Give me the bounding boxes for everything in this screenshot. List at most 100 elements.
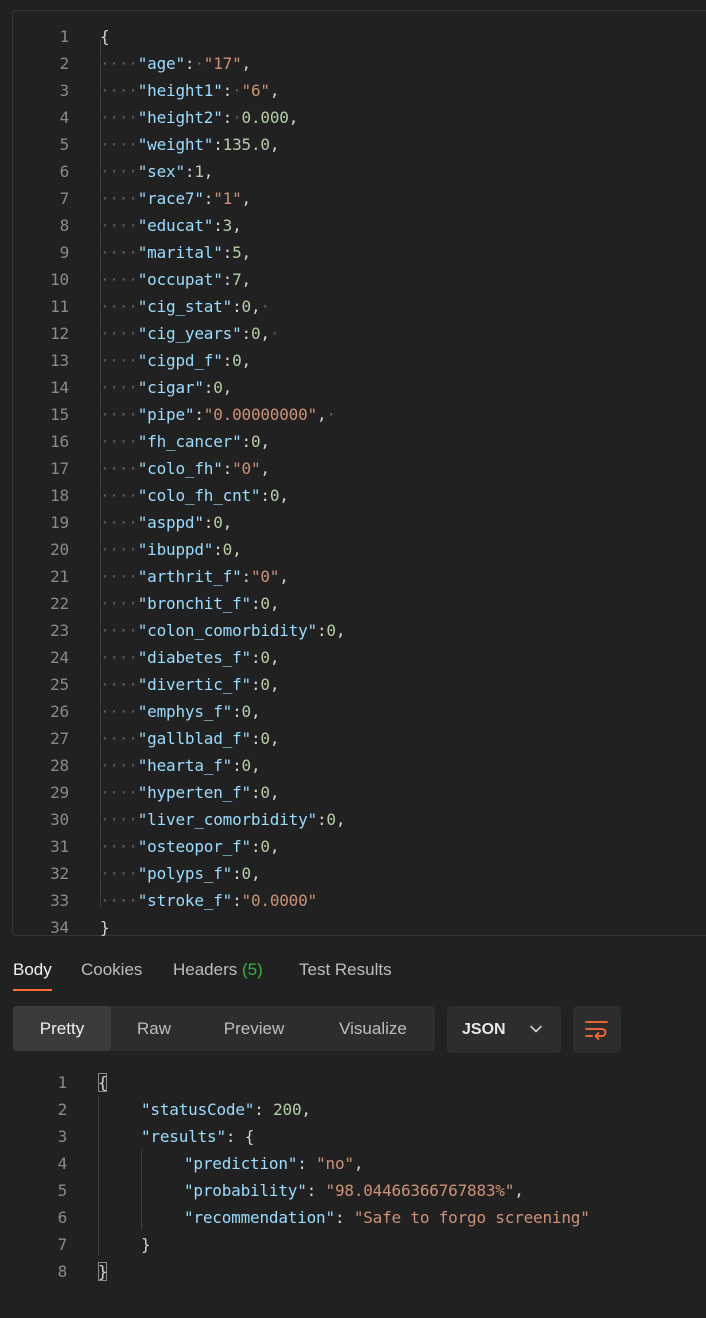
code-token: ·: [232, 81, 242, 100]
code-token: ,: [250, 702, 261, 721]
whitespace-marker: ····: [100, 486, 138, 505]
line-number: 27: [50, 729, 69, 748]
line-number: 8: [57, 1262, 68, 1281]
tab-cookies[interactable]: Cookies: [81, 955, 142, 993]
code-token: 0: [222, 540, 233, 559]
whitespace-marker: ····: [100, 216, 138, 235]
code-line-content: ····"height2":·0.000,: [100, 104, 298, 131]
code-token: ,: [269, 81, 280, 100]
code-token: ,: [260, 324, 270, 343]
view-raw-button[interactable]: Raw: [111, 1006, 197, 1051]
format-select[interactable]: JSON: [447, 1006, 561, 1053]
code-token: :: [184, 54, 195, 73]
view-pretty-button[interactable]: Pretty: [13, 1006, 111, 1051]
code-token: 0: [250, 324, 261, 343]
code-token: :: [222, 108, 233, 127]
code-token: 0: [260, 783, 270, 802]
code-token: ,: [269, 783, 280, 802]
code-line-content: ····"cigpd_f":0,: [100, 347, 251, 374]
line-number: 8: [59, 216, 70, 235]
wrap-lines-icon: [585, 1021, 608, 1040]
code-token: ,: [250, 297, 261, 316]
code-token: :: [250, 648, 261, 667]
code-token: 0: [260, 594, 270, 613]
code-token: ,: [222, 513, 233, 532]
code-token: "weight": [137, 135, 214, 154]
code-token: :: [334, 1208, 354, 1227]
code-token: {: [98, 1073, 108, 1092]
code-token: :: [222, 81, 233, 100]
line-number: 7: [57, 1235, 68, 1254]
whitespace-marker: ····: [100, 81, 138, 100]
code-token: ,: [269, 675, 280, 694]
line-number: 32: [50, 864, 69, 883]
code-token: 0.000: [241, 108, 289, 127]
code-token: :: [222, 351, 233, 370]
code-token: 0: [213, 513, 223, 532]
code-token: "6": [241, 81, 271, 100]
code-token: ·: [232, 108, 242, 127]
code-token: :: [203, 513, 214, 532]
code-token: :: [194, 405, 204, 424]
tab-headers[interactable]: Headers (5): [173, 955, 263, 993]
code-token: "emphys_f": [137, 702, 233, 721]
code-token: "cig_stat": [137, 297, 233, 316]
code-token: 0: [260, 648, 270, 667]
whitespace-marker: ····: [100, 135, 138, 154]
code-line-content: ····"asppd":0,: [100, 509, 232, 536]
code-token: "divertic_f": [137, 675, 251, 694]
code-line-content: ····"cigar":0,: [100, 374, 232, 401]
code-token: ,: [279, 486, 289, 505]
line-number: 5: [57, 1181, 68, 1200]
whitespace-marker: ····: [100, 864, 138, 883]
code-token: :: [250, 729, 261, 748]
code-line-content: ····"height1":·"6",: [100, 77, 279, 104]
code-token: "educat": [137, 216, 214, 235]
tab-body[interactable]: Body: [13, 955, 52, 993]
chevron-down-icon: [530, 1025, 542, 1033]
code-line-content: {: [98, 1069, 108, 1096]
code-line-content: }: [141, 1231, 151, 1258]
wrap-lines-button[interactable]: [573, 1006, 621, 1053]
code-token: 0: [269, 486, 280, 505]
line-number: 3: [59, 81, 70, 100]
code-token: :: [222, 270, 233, 289]
code-token: "race7": [137, 189, 204, 208]
code-token: :: [232, 891, 242, 910]
code-token: }: [100, 918, 110, 937]
code-token: :: [250, 837, 261, 856]
code-line-content: {: [100, 23, 110, 50]
view-preview-button[interactable]: Preview: [197, 1006, 311, 1051]
code-token: ·: [269, 324, 280, 343]
line-number: 28: [50, 756, 69, 775]
code-token: 1: [194, 162, 204, 181]
tab-test-results[interactable]: Test Results: [299, 955, 392, 993]
code-token: 0: [241, 297, 252, 316]
view-mode-toggle: Pretty Raw Preview Visualize: [13, 1006, 435, 1051]
code-token: "colo_fh": [137, 459, 223, 478]
request-body-editor[interactable]: 1{2 ····"age":·"17", 3 ····"height1":·"6", 4…: [12, 10, 706, 937]
code-token: "ibuppd": [137, 540, 214, 559]
code-token: ,: [241, 270, 252, 289]
code-token: "1": [213, 189, 242, 208]
code-line-content: ····"age":·"17",: [100, 50, 251, 77]
code-token: ,: [279, 567, 289, 586]
code-token: ·: [326, 405, 336, 424]
view-visualize-button[interactable]: Visualize: [311, 1006, 435, 1051]
code-token: 0: [213, 378, 223, 397]
code-token: ,: [250, 756, 261, 775]
code-token: ,: [250, 864, 261, 883]
line-number: 30: [50, 810, 69, 829]
whitespace-marker: ····: [100, 108, 138, 127]
code-line-content: ····"race7":"1",: [100, 185, 251, 212]
whitespace-marker: ····: [100, 162, 138, 181]
whitespace-marker: ····: [100, 351, 138, 370]
line-number: 10: [50, 270, 69, 289]
code-token: ·: [194, 54, 204, 73]
line-number: 31: [50, 837, 69, 856]
code-token: "pipe": [137, 405, 195, 424]
whitespace-marker: ····: [100, 891, 138, 910]
code-token: 200: [273, 1100, 302, 1119]
line-number: 1: [57, 1073, 68, 1092]
line-number: 4: [57, 1154, 68, 1173]
